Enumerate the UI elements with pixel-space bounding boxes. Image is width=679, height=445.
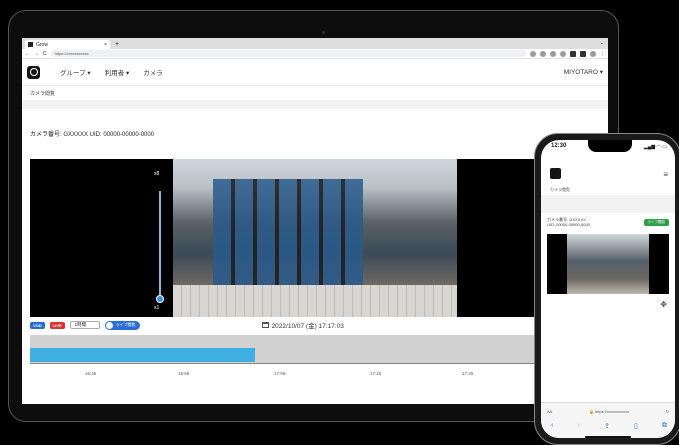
move-icon[interactable]: ✥ (660, 300, 667, 309)
live-view-toggle[interactable]: ライブ閲覧 (104, 320, 140, 330)
back-icon[interactable]: ← (25, 51, 30, 57)
app-logo[interactable] (27, 65, 40, 79)
timeline-progress (30, 348, 256, 362)
phone-section-band (541, 195, 675, 213)
phone-video-frame (567, 234, 649, 294)
more-menu-icon[interactable]: ⋮ (600, 51, 605, 57)
toggle-knob (105, 321, 113, 329)
playback-controls: VOD LIVE 1時間 ライブ閲覧 2022/10/07 (金) 17:17:… (30, 319, 608, 331)
hamburger-menu-icon[interactable]: ≡ (663, 170, 668, 179)
zoom-slider-handle[interactable] (156, 295, 164, 303)
webcam (322, 31, 325, 34)
zoom-min-label: x1 (154, 305, 160, 311)
timeline-tick-label: 17:15 (370, 371, 382, 376)
phone-forward-icon[interactable]: › (577, 422, 579, 430)
timeline-tick-label: 17:25 (462, 371, 474, 376)
phone-status-icons: ▂▄▆ ◠ ▭ (643, 144, 667, 150)
phone-camera-video[interactable] (547, 234, 669, 294)
phone-bookmarks-icon[interactable]: ▯ (634, 422, 638, 430)
nav-user-menu[interactable]: 利用者 ▾ (105, 67, 130, 77)
text-size-button[interactable]: AA (547, 409, 552, 414)
phone-camera-info: カメラ番号: GXXXXX UID: 00000-00000-0000 (547, 217, 590, 227)
timeline-bar[interactable] (30, 335, 608, 363)
url-field[interactable]: https://xxxxxxxxxxx (50, 50, 526, 57)
browser-tab[interactable]: Grow × (25, 40, 110, 49)
live-button[interactable]: LIVE (49, 321, 65, 329)
app-navbar: グループ ▾ 利用者 ▾ カメラ MIYOTARO ▾ (22, 59, 608, 86)
user-menu[interactable]: MIYOTARO ▾ (564, 68, 603, 76)
favicon-icon (28, 42, 33, 47)
camera-viewer: x8 x1 (30, 159, 608, 317)
tab-list-chevron-icon[interactable]: ⌄ (600, 40, 604, 46)
close-tab-icon[interactable]: × (104, 42, 107, 48)
phone-app-logo[interactable] (550, 168, 561, 179)
toggle-label: ライブ閲覧 (115, 322, 136, 327)
camera-video-frame[interactable] (173, 159, 457, 317)
phone-toolbar: ‹ › ⇪ ▯ ⧉ (551, 422, 667, 430)
phone-url-bar[interactable]: AA 🔒 https://xxxxxxxxxxx ↻ (547, 407, 669, 416)
bookmark-icon[interactable] (540, 50, 546, 57)
datetime-display[interactable]: 2022/10/07 (金) 17:17:03 (261, 320, 344, 330)
phone-tabs-icon[interactable]: ⧉ (662, 422, 667, 430)
new-tab-button[interactable]: + (115, 41, 119, 48)
extension-icon[interactable] (550, 50, 556, 57)
camera-title: カメラ番号: GXXXXX UID: 00000-00000-0000 (30, 132, 155, 138)
section-band (22, 100, 608, 109)
phone-frame: 12:30 ▂▄▆ ◠ ▭ ≡ カメラ閲覧 カメラ番号: GXXXXX UID:… (534, 133, 679, 445)
phone-camera-uid: UID: 00000-00000-0000 (547, 222, 590, 227)
zoom-max-label: x8 (154, 171, 160, 177)
interval-select[interactable]: 1時間 (69, 321, 100, 329)
nav-group-menu[interactable]: グループ ▾ (60, 67, 91, 77)
breadcrumb: カメラ閲覧 (30, 91, 56, 97)
phone-safari-bar: AA 🔒 https://xxxxxxxxxxx ↻ ‹ › ⇪ ▯ ⧉ (541, 402, 675, 438)
timeline-tick-label: 16:45 (85, 371, 97, 376)
phone-reload-icon[interactable]: ↻ (666, 409, 669, 414)
nav-camera-link[interactable]: カメラ (143, 67, 163, 77)
profile-icon[interactable] (560, 50, 566, 57)
address-toolbar: ← → C https://xxxxxxxxxxx ⋮ (22, 49, 608, 59)
timeline-tick-label: 16:55 (178, 371, 190, 376)
phone-screen: 12:30 ▂▄▆ ◠ ▭ ≡ カメラ閲覧 カメラ番号: GXXXXX UID:… (541, 140, 675, 438)
phone-url-text: 🔒 https://xxxxxxxxxxx (588, 409, 630, 414)
home-indicator (585, 436, 631, 438)
avatar-icon[interactable] (590, 50, 596, 57)
calendar-icon (261, 322, 269, 328)
tab-title: Grow (36, 41, 48, 48)
phone-back-icon[interactable]: ‹ (551, 422, 553, 430)
phone-clock: 12:30 (551, 143, 567, 149)
desktop-browser: Grow × + ⌄ ← → C https://xxxxxxxxxxx ⋮ グ… (22, 38, 608, 404)
puzzle-icon[interactable] (570, 50, 576, 57)
phone-share-icon[interactable]: ⇪ (604, 422, 610, 430)
phone-notch (588, 140, 632, 152)
datetime-text: 2022/10/07 (金) 17:17:03 (271, 323, 344, 330)
timeline-tick-label: 17:05 (274, 371, 286, 376)
tab-bar: Grow × + ⌄ (22, 38, 608, 49)
forward-icon[interactable]: → (34, 51, 39, 57)
phone-live-button[interactable]: ライブ閲覧 (643, 219, 669, 226)
sidebar-icon[interactable] (580, 50, 586, 57)
reload-icon[interactable]: C (43, 51, 47, 57)
share-icon[interactable] (530, 50, 536, 57)
phone-breadcrumb: カメラ閲覧 (550, 187, 570, 192)
timeline-ticks: 16:45 16:55 17:05 17:15 17:25 (30, 363, 608, 376)
zoom-slider-track[interactable] (159, 191, 161, 299)
vod-button[interactable]: VOD (30, 321, 45, 329)
